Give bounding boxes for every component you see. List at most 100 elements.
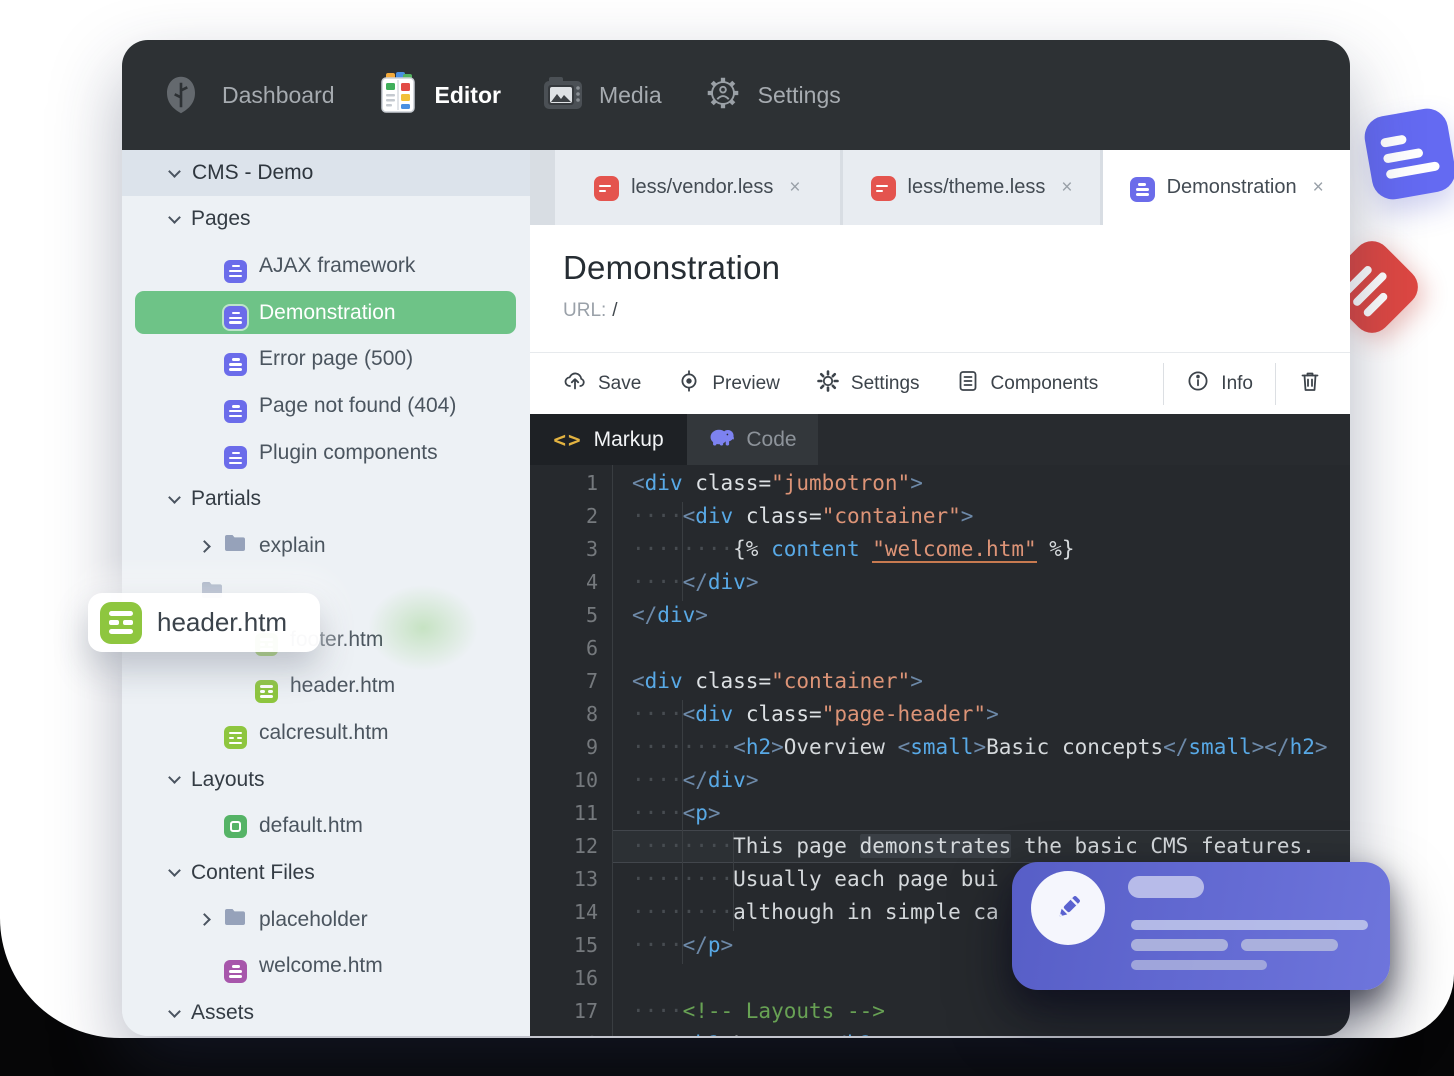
code-line-5: 5 </div> bbox=[530, 599, 1350, 632]
tree-item-label: Layouts bbox=[191, 767, 265, 791]
tab-demonstration[interactable]: Demonstration × bbox=[1103, 150, 1350, 225]
line-number: 11 bbox=[573, 801, 598, 825]
nav-item-dashboard[interactable]: Dashboard bbox=[222, 82, 335, 109]
chevron-down-icon bbox=[168, 210, 181, 224]
chevron-down-icon bbox=[168, 491, 181, 504]
sidebar-section-partials[interactable]: Partials bbox=[122, 476, 530, 523]
line-number: 18 bbox=[530, 1028, 598, 1036]
tree-item-label: welcome.htm bbox=[259, 954, 383, 978]
sidebar-item-ajax-framework[interactable]: AJAX framework bbox=[122, 243, 530, 290]
layout-file-icon bbox=[224, 814, 247, 839]
tab-less-theme[interactable]: less/theme.less × bbox=[842, 150, 1101, 225]
document-tabstrip: less/vendor.less × less/theme.less × Dem… bbox=[530, 150, 1350, 225]
tab-less-vendor[interactable]: less/vendor.less × bbox=[555, 150, 840, 225]
bar bbox=[1382, 147, 1424, 164]
editor-tab-label: Markup bbox=[593, 427, 664, 451]
content-file-icon bbox=[224, 950, 247, 983]
sidebar-section-layouts[interactable]: Layouts bbox=[122, 756, 530, 803]
line-number: 2 bbox=[585, 504, 598, 528]
skeleton-bar bbox=[1241, 939, 1338, 951]
components-button[interactable]: Components bbox=[956, 369, 1098, 399]
code-line-10: 10 ····</div> bbox=[530, 764, 1350, 797]
nav-label: Media bbox=[598, 81, 662, 108]
code-line-18: 18····<h2>Layouts</h2> bbox=[530, 1028, 1350, 1036]
october-leaf-logo-icon[interactable] bbox=[160, 74, 202, 116]
code-line-7: 7 <div class="container"> bbox=[530, 665, 1350, 698]
info-icon bbox=[1186, 369, 1210, 399]
tree-item-label: calcresult.htm bbox=[259, 720, 389, 744]
skeleton-bar bbox=[1131, 960, 1267, 970]
theme-selector[interactable]: CMS - Demo bbox=[122, 150, 530, 196]
sidebar-item-plugin-components[interactable]: Plugin components bbox=[122, 429, 530, 476]
line-number: 14 bbox=[573, 900, 598, 924]
tree-item-label: Page not found (404) bbox=[259, 394, 457, 418]
sidebar-section-content-files[interactable]: Content Files bbox=[122, 850, 530, 897]
close-icon[interactable]: × bbox=[1061, 177, 1072, 199]
folder-icon bbox=[223, 907, 247, 933]
pencil-badge bbox=[1031, 871, 1105, 945]
tab-markup[interactable]: <> Markup bbox=[530, 414, 687, 465]
tree-item-label: default.htm bbox=[259, 814, 363, 838]
chevron-right-icon bbox=[198, 539, 211, 553]
settings-gear-icon bbox=[702, 72, 744, 119]
sidebar-folder-placeholder[interactable]: placeholder bbox=[122, 896, 530, 943]
nav-item-settings[interactable]: Settings bbox=[702, 72, 841, 119]
line-number: 3 bbox=[585, 537, 598, 561]
page-url: URL: / bbox=[563, 300, 1350, 322]
markup-brackets-icon: <> bbox=[553, 427, 583, 452]
toolbar-separator bbox=[1163, 362, 1165, 405]
page-file-icon bbox=[1129, 173, 1155, 203]
decorative-edit-card bbox=[1012, 862, 1390, 990]
nav-item-editor[interactable]: Editor bbox=[375, 70, 501, 121]
sidebar-item-welcome-htm[interactable]: welcome.htm bbox=[122, 943, 530, 990]
document-header: Demonstration URL: / bbox=[530, 225, 1350, 352]
preview-button[interactable]: Preview bbox=[677, 369, 780, 399]
close-icon[interactable]: × bbox=[789, 177, 800, 199]
sidebar-item-page-not-found-404[interactable]: Page not found (404) bbox=[122, 383, 530, 430]
sidebar-folder-explain[interactable]: explain bbox=[122, 523, 530, 570]
tree-item-label: header.htm bbox=[290, 674, 396, 698]
theme-name: CMS - Demo bbox=[192, 161, 314, 184]
skeleton-bar bbox=[1128, 876, 1204, 898]
top-navigation: Dashboard Editor Media Settings bbox=[122, 40, 1350, 150]
editor-tabbar: <> Markup Code bbox=[530, 414, 1350, 465]
drop-target-glow bbox=[368, 585, 478, 671]
tab-code[interactable]: Code bbox=[687, 414, 818, 465]
bar bbox=[1385, 160, 1441, 179]
info-button[interactable]: Info bbox=[1186, 369, 1253, 399]
less-file-icon bbox=[594, 174, 620, 201]
sidebar-item-default-htm[interactable]: default.htm bbox=[122, 803, 530, 850]
skeleton-bar bbox=[1131, 920, 1368, 930]
page-file-icon bbox=[224, 436, 247, 470]
nav-label: Editor bbox=[434, 81, 501, 108]
sidebar-item-error-page-500[interactable]: Error page (500) bbox=[122, 336, 530, 383]
sidebar-item-calcresult-htm[interactable]: calcresult.htm bbox=[122, 710, 530, 757]
tab-label: less/vendor.less bbox=[631, 176, 774, 198]
chevron-down-icon bbox=[168, 164, 181, 178]
drag-ghost-label: header.htm bbox=[157, 607, 288, 637]
sidebar-section-assets[interactable]: Assets bbox=[122, 990, 530, 1036]
toolbar-separator bbox=[1275, 362, 1276, 405]
nav-label: Dashboard bbox=[222, 81, 335, 108]
sidebar-item-demonstration[interactable]: Demonstration bbox=[122, 289, 530, 336]
line-number: 17 bbox=[573, 999, 598, 1023]
line-number: 7 bbox=[585, 669, 598, 693]
page-file-icon bbox=[224, 296, 247, 330]
save-button[interactable]: Save bbox=[563, 369, 641, 399]
tree-item-label: Pages bbox=[191, 207, 251, 231]
sidebar-section-pages[interactable]: Pages bbox=[122, 196, 530, 243]
partial-file-icon bbox=[224, 716, 247, 750]
drag-ghost-header-htm[interactable]: header.htm bbox=[88, 593, 320, 652]
code-line-4: 4 ····</div> bbox=[530, 566, 1350, 599]
line-number: 16 bbox=[573, 966, 598, 990]
chevron-down-icon bbox=[168, 771, 181, 784]
code-line-12: 12 ········This page demonstrates the bas… bbox=[530, 830, 1350, 863]
line-number: 13 bbox=[573, 867, 598, 891]
button-label: Save bbox=[598, 372, 642, 394]
settings-button[interactable]: Settings bbox=[816, 369, 920, 399]
tree-item-label: AJAX framework bbox=[259, 254, 416, 278]
nav-item-media[interactable]: Media bbox=[541, 73, 662, 118]
close-icon[interactable]: × bbox=[1313, 177, 1324, 199]
delete-button[interactable] bbox=[1298, 369, 1322, 399]
url-label: URL: bbox=[563, 300, 607, 321]
